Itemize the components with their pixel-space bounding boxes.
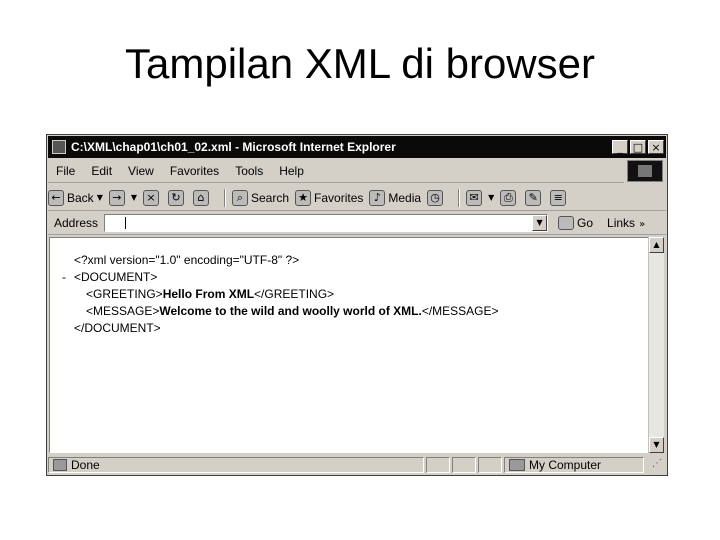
standard-toolbar: ← Back ▼ → ▼ × ↻ ⌂ ⌕ Search ★ Favorites … (48, 185, 666, 211)
xml-declaration: <?xml version="1.0" encoding="UTF-8" ?> (74, 253, 300, 267)
stop-button[interactable]: × (143, 189, 162, 206)
edit-icon: ✎ (525, 189, 542, 206)
window-title: C:\XML\chap01\ch01_02.xml - Microsoft In… (71, 140, 396, 154)
toolbar-separator (224, 188, 226, 207)
menu-edit[interactable]: Edit (83, 164, 120, 178)
computer-icon (509, 458, 525, 471)
vertical-scrollbar[interactable]: ▲ ▼ (648, 237, 664, 453)
refresh-icon: ↻ (168, 189, 184, 206)
forward-arrow-icon: → (108, 189, 125, 206)
links-label: Links (607, 215, 636, 230)
minimize-button[interactable]: _ (612, 140, 628, 154)
close-button[interactable]: × (648, 140, 664, 154)
history-icon: ◷ (427, 189, 444, 206)
address-dropdown-button[interactable]: ▼ (532, 214, 548, 231)
print-icon: ⎙ (500, 189, 517, 206)
message-open-tag: <MESSAGE> (86, 304, 160, 318)
address-label: Address (54, 215, 99, 230)
go-label: Go (577, 215, 594, 230)
menu-bar: File Edit View Favorites Tools Help (48, 159, 624, 183)
status-panel (478, 456, 502, 473)
stop-icon: × (143, 189, 159, 206)
security-zone-panel: My Computer (504, 456, 644, 473)
status-bar: Done My Computer ⋰ (48, 455, 666, 474)
xml-message-line: <MESSAGE>Welcome to the wild and woolly … (62, 303, 499, 320)
chevron-down-icon[interactable]: ▼ (131, 193, 137, 202)
xml-content-pane: <?xml version="1.0" encoding="UTF-8" ?> … (49, 237, 651, 453)
favorites-button[interactable]: ★ Favorites (295, 189, 364, 206)
refresh-button[interactable]: ↻ (168, 189, 187, 206)
chevron-right-icon: » (639, 218, 646, 230)
maximize-button[interactable]: □ (630, 140, 646, 154)
edit-button[interactable]: ✎ (525, 189, 544, 206)
scroll-down-button[interactable]: ▼ (649, 437, 664, 453)
history-button[interactable]: ◷ (427, 189, 446, 206)
discuss-icon: ≡ (550, 189, 567, 206)
status-text-panel: Done (48, 456, 424, 473)
menu-favorites[interactable]: Favorites (162, 164, 227, 178)
back-button[interactable]: ← Back ▼ (48, 189, 103, 206)
toolbar-separator (458, 188, 461, 207)
back-label: Back (67, 190, 94, 205)
browser-window: C:\XML\chap01\ch01_02.xml - Microsoft In… (46, 134, 668, 476)
document-open-tag: <DOCUMENT> (74, 270, 158, 284)
title-bar: C:\XML\chap01\ch01_02.xml - Microsoft In… (48, 136, 666, 158)
ie-icon (52, 140, 66, 154)
search-button[interactable]: ⌕ Search (232, 189, 290, 206)
discuss-button[interactable]: ≡ (550, 189, 569, 206)
greeting-close-tag: </GREETING> (254, 287, 335, 301)
menu-help[interactable]: Help (271, 164, 312, 178)
mail-icon: ✉ (466, 189, 483, 206)
xml-root-close: </DOCUMENT> (74, 321, 161, 335)
menu-file[interactable]: File (48, 164, 83, 178)
xml-root-open: - <DOCUMENT> (62, 269, 499, 286)
chevron-down-icon[interactable]: ▼ (97, 193, 103, 202)
media-label: Media (388, 190, 422, 205)
forward-button[interactable]: → ▼ (108, 189, 137, 206)
search-icon: ⌕ (232, 189, 248, 206)
collapse-toggle[interactable]: - (62, 269, 74, 286)
home-icon: ⌂ (193, 189, 209, 206)
status-panel (452, 456, 476, 473)
chevron-down-icon[interactable]: ▼ (488, 193, 494, 202)
mail-button[interactable]: ✉ ▼ (466, 189, 494, 206)
greeting-text: Hello From XML (162, 287, 255, 301)
menu-view[interactable]: View (120, 164, 162, 178)
menu-tools[interactable]: Tools (227, 164, 271, 178)
media-button[interactable]: ♪ Media (369, 189, 422, 206)
resize-grip-icon[interactable]: ⋰ (652, 458, 666, 472)
xml-tree: <?xml version="1.0" encoding="UTF-8" ?> … (62, 252, 499, 337)
address-input[interactable]: ▼ (104, 213, 549, 232)
print-button[interactable]: ⎙ (500, 189, 519, 206)
search-label: Search (251, 190, 290, 205)
text-cursor (125, 216, 127, 229)
greeting-open-tag: <GREETING> (86, 287, 163, 301)
back-arrow-icon: ← (48, 189, 64, 206)
message-close-tag: </MESSAGE> (421, 304, 499, 318)
go-arrow-icon (558, 215, 575, 230)
media-icon: ♪ (369, 189, 386, 206)
favorites-label: Favorites (314, 190, 364, 205)
home-button[interactable]: ⌂ (193, 189, 212, 206)
scroll-up-button[interactable]: ▲ (649, 237, 664, 253)
slide-title: Tampilan XML di browser (125, 40, 595, 87)
windows-logo-icon (627, 160, 663, 182)
message-text: Welcome to the wild and woolly world of … (159, 304, 422, 318)
page-icon (53, 458, 67, 471)
zone-label: My Computer (529, 457, 602, 472)
links-button[interactable]: Links» (607, 216, 645, 230)
xml-greeting-line: <GREETING>Hello From XML</GREETING> (62, 286, 499, 303)
status-panel (426, 456, 450, 473)
status-text: Done (71, 457, 100, 472)
address-bar: Address ▼ Go Links» (48, 211, 666, 235)
favorites-icon: ★ (295, 189, 312, 206)
go-button[interactable]: Go (558, 215, 594, 230)
